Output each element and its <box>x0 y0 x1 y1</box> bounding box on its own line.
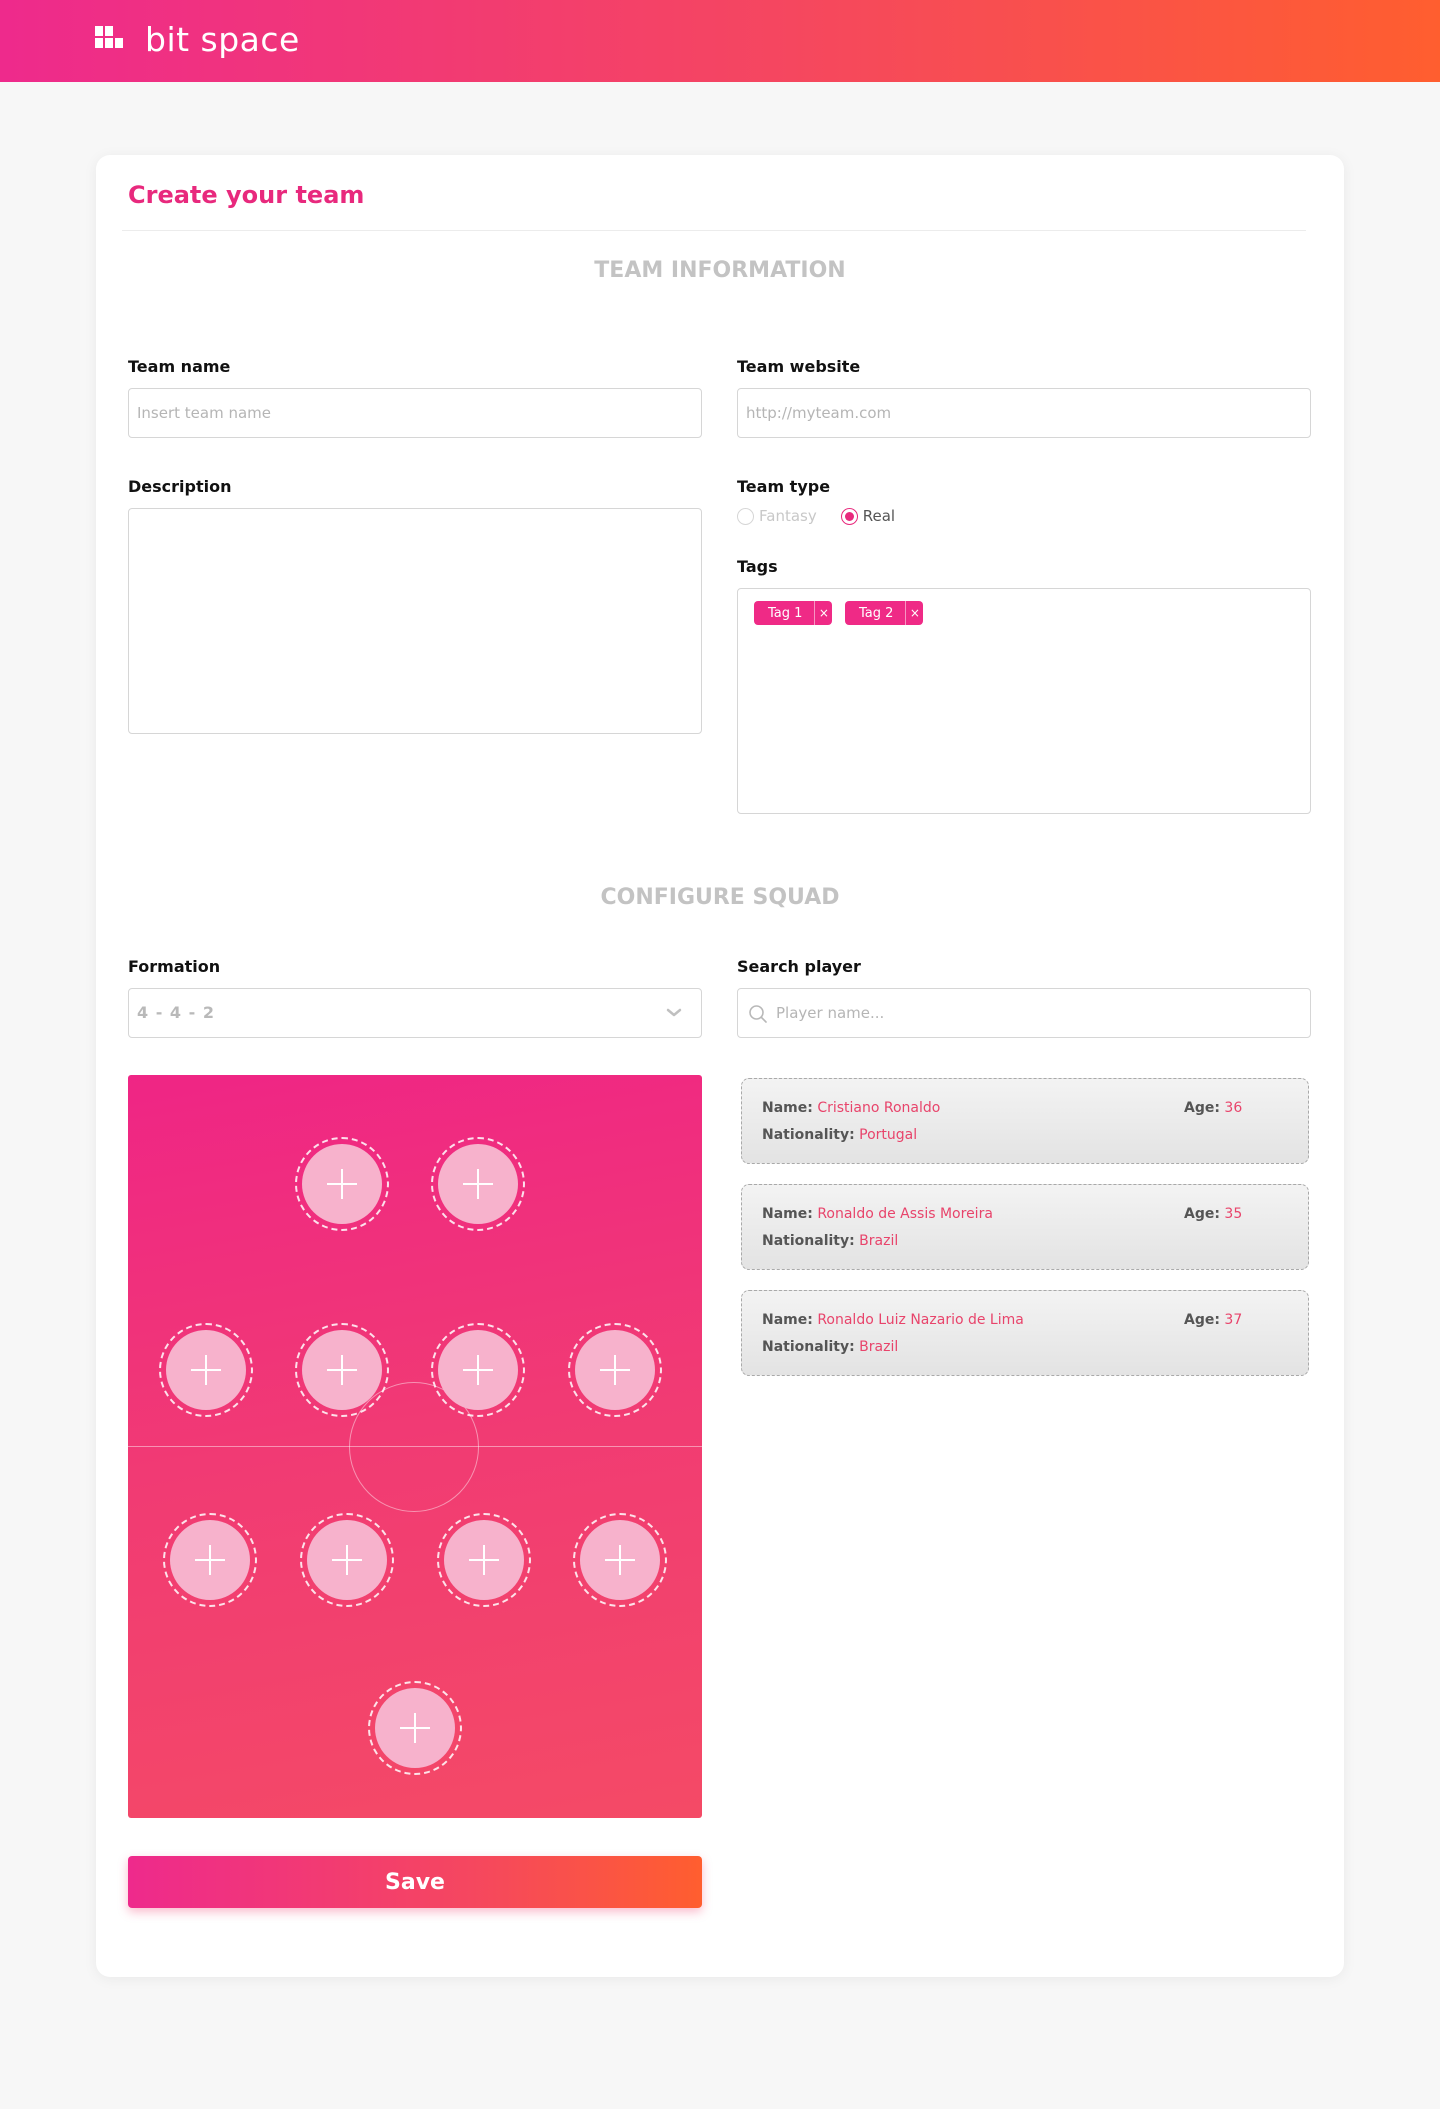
tag-chip: Tag 1 × <box>754 601 833 625</box>
title-divider <box>122 230 1306 231</box>
player-nationality-key: Nationality: <box>762 1233 855 1249</box>
player-age-row: Age: 36 <box>1184 1100 1242 1116</box>
player-slot[interactable] <box>437 1513 531 1607</box>
player-age-key: Age: <box>1184 1100 1220 1116</box>
player-nationality-row: Nationality: Brazil <box>762 1233 898 1249</box>
plus-icon <box>307 1520 387 1600</box>
plus-icon <box>166 1330 246 1410</box>
page-title: Create your team <box>128 181 365 209</box>
player-name: Cristiano Ronaldo <box>817 1100 941 1116</box>
section-title-team-information: TEAM INFORMATION <box>594 258 846 283</box>
plus-icon <box>302 1144 382 1224</box>
brand-logo-icon <box>95 25 135 54</box>
team-name-label: Team name <box>128 357 231 376</box>
tag-label: Tag 2 <box>859 605 894 621</box>
player-card[interactable]: Name: Ronaldo de Assis Moreira Age: 35 N… <box>741 1184 1309 1270</box>
radio-real-label: Real <box>862 507 896 525</box>
player-age-key: Age: <box>1184 1312 1220 1328</box>
player-slot[interactable] <box>568 1323 662 1417</box>
brand[interactable]: bit space <box>95 20 300 59</box>
tag-remove-icon[interactable]: × <box>814 601 832 625</box>
search-player-label: Search player <box>737 957 861 976</box>
tags-input[interactable]: Tag 1 × Tag 2 × <box>737 588 1311 814</box>
plus-icon <box>375 1688 455 1768</box>
description-textarea[interactable] <box>128 508 702 734</box>
player-nationality-row: Nationality: Brazil <box>762 1339 898 1355</box>
player-slot[interactable] <box>300 1513 394 1607</box>
tag-remove-icon[interactable]: × <box>905 601 923 625</box>
player-slot[interactable] <box>431 1137 525 1231</box>
team-website-label: Team website <box>737 357 861 376</box>
player-nationality: Brazil <box>859 1339 899 1355</box>
radio-fantasy-label: Fantasy <box>759 507 817 525</box>
player-age: 37 <box>1224 1312 1243 1328</box>
chevron-down-icon <box>666 1008 682 1017</box>
player-slot[interactable] <box>431 1323 525 1417</box>
radio-fantasy-circle[interactable] <box>737 507 754 525</box>
player-age: 35 <box>1224 1206 1243 1222</box>
radio-real-circle[interactable] <box>840 507 858 525</box>
formation-select-value: 4 - 4 - 2 <box>137 1003 215 1022</box>
plus-icon <box>438 1144 518 1224</box>
player-card[interactable]: Name: Ronaldo Luiz Nazario de Lima Age: … <box>741 1290 1309 1376</box>
team-website-input[interactable] <box>737 388 1311 438</box>
player-age-row: Age: 37 <box>1184 1312 1242 1328</box>
plus-icon <box>575 1330 655 1410</box>
formation-select[interactable]: 4 - 4 - 2 <box>128 988 702 1038</box>
plus-icon <box>444 1520 524 1600</box>
search-player-field[interactable] <box>737 988 1311 1038</box>
plus-icon <box>302 1330 382 1410</box>
player-name: Ronaldo Luiz Nazario de Lima <box>817 1312 1024 1328</box>
tags-label: Tags <box>737 557 778 576</box>
player-nationality: Brazil <box>859 1233 899 1249</box>
save-button[interactable]: Save <box>128 1856 702 1908</box>
tag-chip: Tag 2 × <box>845 601 924 625</box>
player-nationality: Portugal <box>859 1127 918 1143</box>
player-slot[interactable] <box>159 1323 253 1417</box>
player-nationality-key: Nationality: <box>762 1127 855 1143</box>
player-name-key: Name: <box>762 1100 813 1116</box>
player-card[interactable]: Name: Cristiano Ronaldo Age: 36 National… <box>741 1078 1309 1164</box>
player-slot-goalkeeper[interactable] <box>368 1681 462 1775</box>
plus-icon <box>580 1520 660 1600</box>
player-age-row: Age: 35 <box>1184 1206 1242 1222</box>
formation-label: Formation <box>128 957 221 976</box>
description-label: Description <box>128 477 232 496</box>
player-name: Ronaldo de Assis Moreira <box>817 1206 993 1222</box>
player-name-row: Name: Ronaldo Luiz Nazario de Lima <box>762 1312 1024 1328</box>
team-name-input[interactable] <box>128 388 702 438</box>
section-title-configure-squad: CONFIGURE SQUAD <box>600 885 840 910</box>
plus-icon <box>438 1330 518 1410</box>
team-type-label: Team type <box>737 477 831 496</box>
player-slot[interactable] <box>295 1323 389 1417</box>
player-nationality-row: Nationality: Portugal <box>762 1127 917 1143</box>
formation-pitch <box>128 1075 702 1818</box>
player-name-key: Name: <box>762 1206 813 1222</box>
team-type-radio-group: Fantasy Real <box>737 507 895 525</box>
radio-real[interactable]: Real <box>840 507 896 525</box>
player-name-row: Name: Cristiano Ronaldo <box>762 1100 940 1116</box>
brand-name: bit space <box>145 20 300 59</box>
player-nationality-key: Nationality: <box>762 1339 855 1355</box>
search-icon <box>749 1005 767 1023</box>
player-slot[interactable] <box>295 1137 389 1231</box>
create-team-card: Create your team TEAM INFORMATION Team n… <box>96 155 1344 1977</box>
player-name-row: Name: Ronaldo de Assis Moreira <box>762 1206 993 1222</box>
tag-label: Tag 1 <box>768 605 803 621</box>
search-player-input[interactable] <box>776 989 1296 1037</box>
top-bar: bit space <box>0 0 1440 82</box>
player-name-key: Name: <box>762 1312 813 1328</box>
radio-fantasy[interactable]: Fantasy <box>737 507 817 525</box>
player-slot[interactable] <box>573 1513 667 1607</box>
player-age: 36 <box>1224 1100 1243 1116</box>
player-slot[interactable] <box>163 1513 257 1607</box>
player-age-key: Age: <box>1184 1206 1220 1222</box>
plus-icon <box>170 1520 250 1600</box>
